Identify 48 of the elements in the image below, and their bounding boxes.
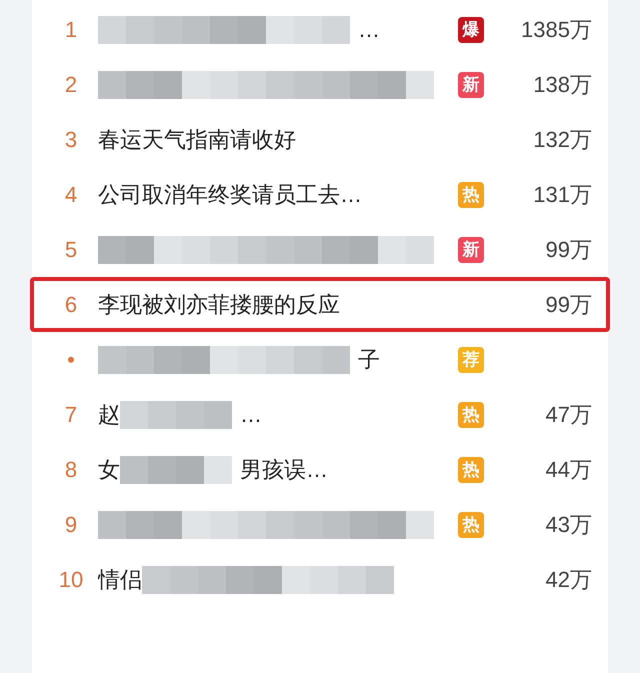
topic-badge: 热 [458, 456, 484, 482]
heat-count: 132万 [533, 126, 592, 154]
topic-title[interactable]: 李现被刘亦菲搂腰的反应 [98, 288, 340, 321]
topic-badge: 热 [458, 402, 484, 428]
rank-number: 6 [64, 291, 78, 319]
topic-badge: 新 [458, 236, 484, 262]
topic-title[interactable]: 春运天气指南请收好 [98, 123, 296, 156]
rank-number: 2 [64, 71, 78, 99]
heat-count: 99万 [546, 236, 592, 264]
hot-search-row[interactable]: 5 新 99万 [30, 222, 610, 277]
topic-title[interactable]: 赵 [98, 398, 120, 431]
rank-number: 8 [64, 456, 78, 484]
rank-number: 4 [64, 181, 78, 209]
rank-number: 9 [64, 511, 78, 539]
topic-badge: 热 [458, 512, 484, 538]
hot-search-row[interactable]: 6 李现被刘亦菲搂腰的反应 99万 [30, 277, 610, 332]
hot-search-row[interactable]: 7 赵 … 热 47万 [30, 387, 610, 442]
heat-count: 43万 [546, 511, 592, 539]
topic-title[interactable]: … [358, 13, 380, 46]
heat-count: 138万 [533, 71, 592, 99]
rank-number: 1 [64, 16, 78, 44]
hot-search-row[interactable]: 3 春运天气指南请收好 132万 [30, 112, 610, 167]
hot-search-row[interactable]: 4 公司取消年终奖请员工去… 热 131万 [30, 167, 610, 222]
rank-number: 7 [64, 401, 78, 429]
rank-number: 5 [64, 236, 78, 264]
hot-search-row[interactable]: • 子 荐 [30, 332, 610, 387]
heat-count: 99万 [546, 291, 592, 319]
heat-count: 42万 [546, 566, 592, 594]
heat-count: 1385万 [521, 16, 592, 44]
topic-title[interactable]: 女 [98, 453, 120, 486]
hot-search-row[interactable]: 1 … 爆 1385万 [30, 2, 610, 57]
heat-count: 44万 [546, 456, 592, 484]
topic-title[interactable]: 男孩误… [240, 453, 328, 486]
rank-number: 10 [58, 566, 84, 594]
topic-badge: 热 [458, 182, 484, 208]
topic-badge: 新 [458, 72, 484, 98]
hot-search-row[interactable]: 2 新 138万 [30, 57, 610, 112]
topic-title[interactable]: 子 [358, 343, 380, 376]
hot-search-row[interactable]: 9 热 43万 [30, 497, 610, 552]
topic-title[interactable]: 公司取消年终奖请员工去… [98, 178, 362, 211]
hot-search-row[interactable]: 8 女 男孩误… 热 44万 [30, 442, 610, 497]
rank-number: 3 [64, 126, 78, 154]
heat-count: 47万 [546, 401, 592, 429]
topic-title[interactable]: … [240, 398, 262, 431]
topic-badge: 爆 [458, 16, 484, 42]
heat-count: 131万 [533, 181, 592, 209]
rank-number: • [66, 346, 76, 374]
topic-badge: 荐 [458, 346, 484, 372]
